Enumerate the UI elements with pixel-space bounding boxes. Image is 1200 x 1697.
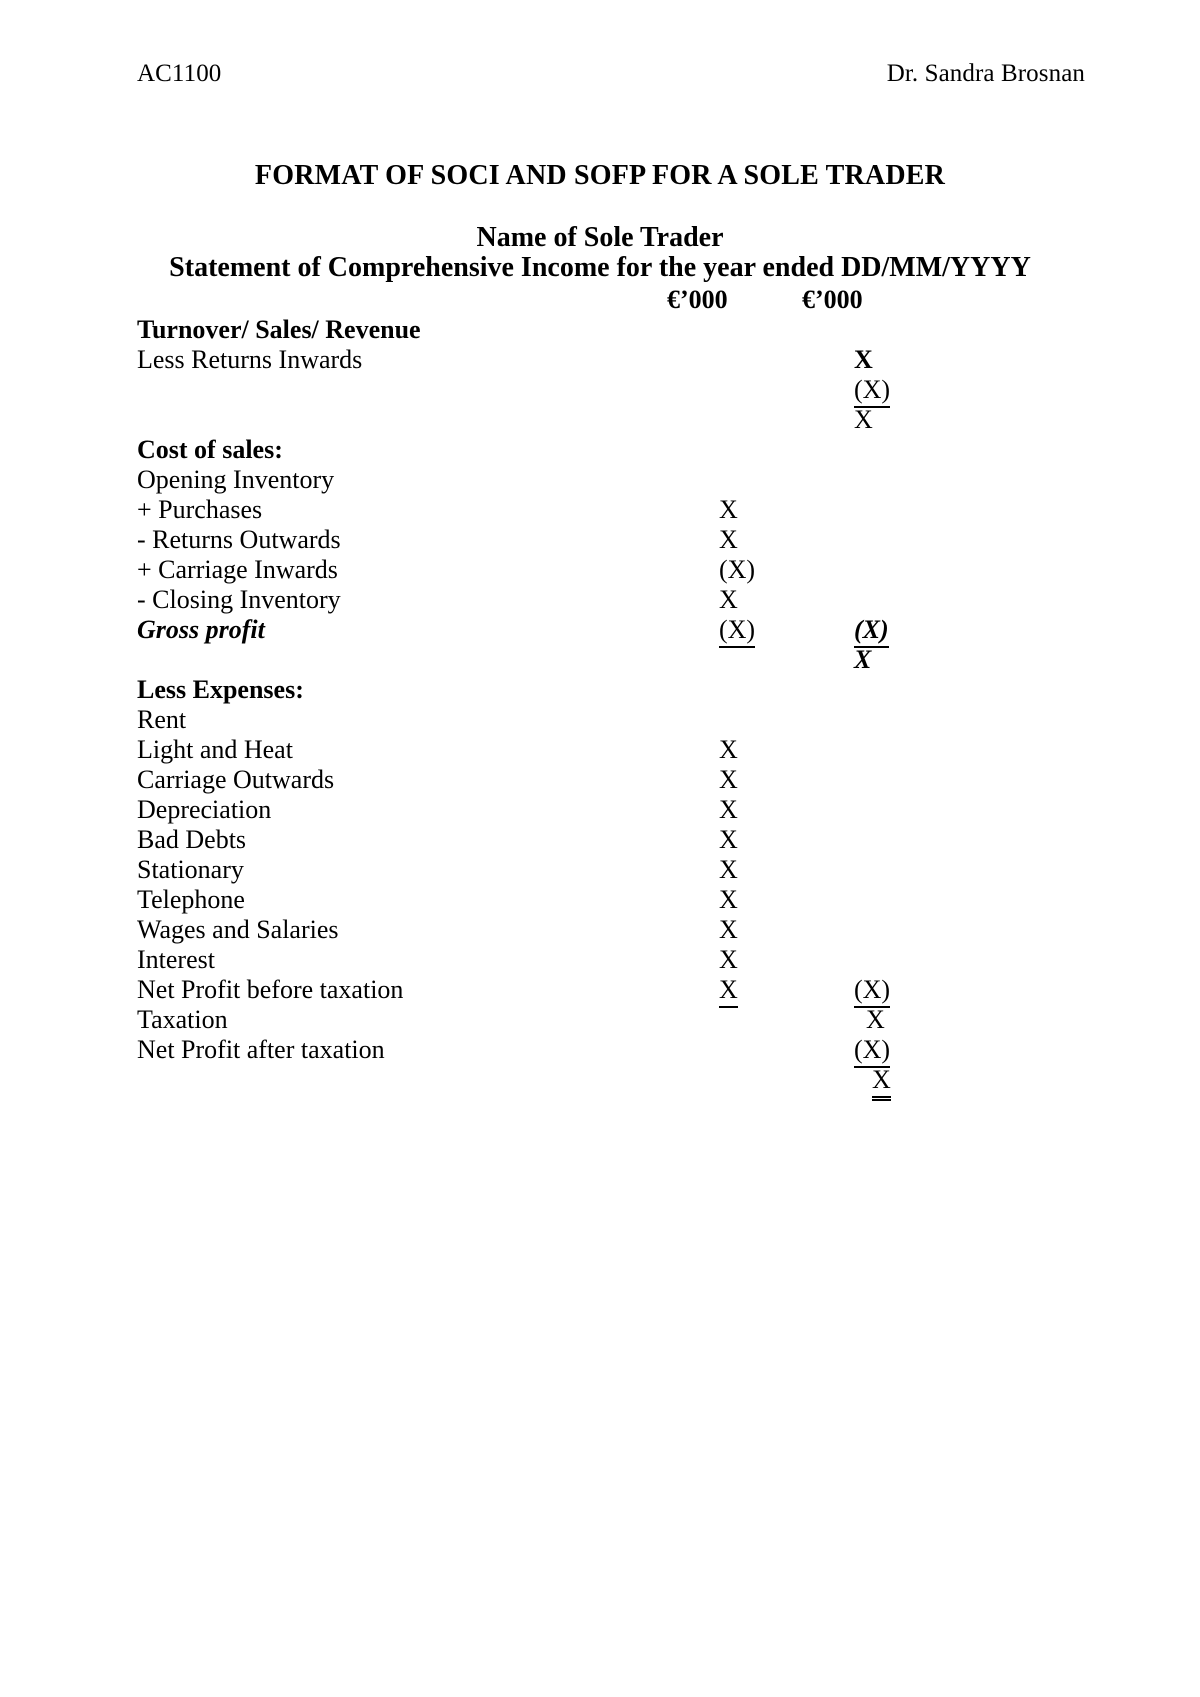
row-col2-gross-profit: X xyxy=(802,615,952,705)
row-label-carriage-inwards: + Carriage Inwards xyxy=(137,555,338,584)
table-row: Light and Heat X xyxy=(137,735,1017,794)
row-label-closing-inventory: - Closing Inventory xyxy=(137,585,341,614)
table-row: Taxation (X) xyxy=(137,1005,1017,1068)
table-row: Less Returns Inwards (X) xyxy=(137,345,1017,408)
row-label-purchases: + Purchases xyxy=(137,495,263,524)
row-label-stationary: Stationary xyxy=(137,855,244,884)
column-header-col1: €’000 xyxy=(667,285,728,314)
table-row: Wages and Salaries X xyxy=(137,915,1017,974)
row-label-gross-profit: Gross profit xyxy=(137,615,265,644)
row-label-interest: Interest xyxy=(137,945,215,974)
row-col2-net-profit-after-taxation: X xyxy=(802,1035,970,1128)
row-label-cost-of-sales: Cost of sales: xyxy=(137,435,283,464)
value-gross-profit: X xyxy=(854,645,872,674)
value-interest-col1: X xyxy=(719,975,738,1008)
statement-heading: Statement of Comprehensive Income for th… xyxy=(169,252,1031,283)
table-row: Rent X xyxy=(137,705,1017,764)
column-header-col2: €’000 xyxy=(802,285,863,314)
table-row: Net Profit after taxation X xyxy=(137,1035,1017,1101)
author-name: Dr. Sandra Brosnan xyxy=(886,60,1085,87)
row-col2-net-sales: X xyxy=(802,375,952,465)
row-label-net-profit-before-taxation: Net Profit before taxation xyxy=(137,975,404,1004)
row-label-telephone: Telephone xyxy=(137,885,245,914)
row-label-less-expenses: Less Expenses: xyxy=(137,675,304,704)
row-label-carriage-outwards: Carriage Outwards xyxy=(137,765,335,794)
row-label-light-and-heat: Light and Heat xyxy=(137,735,293,764)
row-col1-interest: X xyxy=(667,945,802,1038)
table-row: Interest X (X) xyxy=(137,945,1017,1008)
row-label-returns-inwards: Less Returns Inwards xyxy=(137,345,363,374)
course-code: AC1100 xyxy=(137,60,222,87)
row-col1-closing-inventory: (X) xyxy=(667,585,802,678)
table-row: Depreciation X xyxy=(137,795,1017,854)
table-row: Opening Inventory X xyxy=(137,465,1017,524)
row-label-opening-inventory: Opening Inventory xyxy=(137,465,335,494)
table-row: Gross profit X xyxy=(137,615,1017,674)
table-row: Stationary X xyxy=(137,855,1017,914)
page-title: FORMAT OF SOCI AND SOFP FOR A SOLE TRADE… xyxy=(254,160,946,191)
table-row: Bad Debts X xyxy=(137,825,1017,884)
value-closing-inventory-col1: (X) xyxy=(719,615,756,648)
value-net-sales: X xyxy=(854,405,873,434)
table-row: - Returns Outwards (X) xyxy=(137,525,1017,584)
table-row: - Closing Inventory (X) (X) xyxy=(137,585,1017,648)
row-label-wages-and-salaries: Wages and Salaries xyxy=(137,915,339,944)
column-header-row: €’000 €’000 xyxy=(137,285,1017,315)
row-label-taxation: Taxation xyxy=(137,1005,228,1034)
table-row: Telephone X xyxy=(137,885,1017,944)
income-statement: €’000 €’000 Turnover/ Sales/ Revenue X L… xyxy=(137,285,1017,1101)
table-row: + Purchases X xyxy=(137,495,1017,554)
row-label-depreciation: Depreciation xyxy=(137,795,272,824)
row-label-bad-debts: Bad Debts xyxy=(137,825,247,854)
table-row: X xyxy=(137,375,1017,434)
row-label-turnover: Turnover/ Sales/ Revenue xyxy=(137,315,421,344)
value-net-profit-after-taxation: X xyxy=(872,1065,891,1101)
document-header: AC1100 Dr. Sandra Brosnan xyxy=(137,60,1085,88)
entity-name: Name of Sole Trader xyxy=(476,222,724,253)
row-label-returns-outwards: - Returns Outwards xyxy=(137,525,341,554)
table-row: Carriage Outwards X xyxy=(137,765,1017,824)
row-label-net-profit-after-taxation: Net Profit after taxation xyxy=(137,1035,385,1064)
document-page: AC1100 Dr. Sandra Brosnan FORMAT OF SOCI… xyxy=(0,0,1200,1697)
table-row: Turnover/ Sales/ Revenue X xyxy=(137,315,1017,374)
table-row: + Carriage Inwards X xyxy=(137,555,1017,614)
table-row: Net Profit before taxation X xyxy=(137,975,1017,1034)
row-label-rent: Rent xyxy=(137,705,187,734)
